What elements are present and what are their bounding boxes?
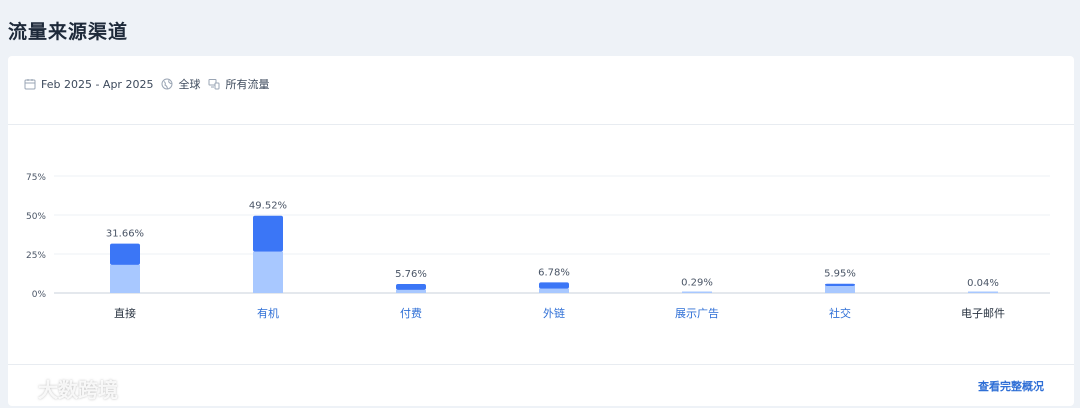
category-label: 电子邮件 (961, 307, 1005, 320)
category-label[interactable]: 展示广告 (675, 307, 719, 320)
bar-segment (253, 251, 283, 293)
filter-bar: Feb 2025 - Apr 2025 全球 所有流量 (24, 76, 271, 92)
bar-value-label: 5.95% (824, 269, 856, 280)
traffic-source-chart: 0% 25% 50% 75% 31.66% 直接 49.52% 有机 5.76% 付费 6.78% 外… (26, 173, 1050, 320)
category-label: 直接 (114, 306, 136, 320)
bar-segment (396, 289, 426, 293)
bar-value-label: 6.78% (538, 267, 570, 278)
y-tick-label: 75% (26, 173, 46, 183)
category-label[interactable]: 有机 (257, 306, 279, 320)
category-label[interactable]: 外链 (543, 306, 565, 320)
watermark-text: 大数跨境 (38, 378, 118, 402)
y-tick-label: 50% (26, 212, 46, 222)
bar-segment (253, 215, 283, 252)
y-tick-label: 0% (32, 290, 47, 300)
bar-segment (825, 283, 855, 286)
bar-segment (110, 243, 140, 265)
bar-value-label: 31.66% (106, 229, 144, 240)
bar-segment (539, 282, 569, 289)
region-label: 全球 (178, 78, 201, 91)
category-label[interactable]: 付费 (400, 307, 422, 320)
date-range-filter[interactable]: Feb 2025 - Apr 2025 (24, 78, 153, 91)
bar-segment (110, 264, 140, 293)
devices-icon (208, 79, 220, 90)
bar-value-label: 5.76% (395, 269, 427, 280)
traffic-filter[interactable]: 所有流量 (208, 76, 269, 92)
bar-value-label: 0.04% (967, 278, 999, 289)
bar-segment (682, 291, 712, 293)
bar-value-label: 49.52% (249, 201, 287, 212)
bar-segment (539, 288, 569, 293)
traffic-source-card: Feb 2025 - Apr 2025 全球 所有流量 0% 25% 50% 75% 3… (8, 56, 1074, 406)
bar-value-label: 0.29% (681, 278, 713, 289)
view-full-overview-link[interactable]: 查看完整概况 (978, 378, 1044, 394)
watermark-logo-icon (11, 380, 32, 396)
divider (8, 364, 1074, 365)
watermark: 大数跨境 (10, 374, 118, 403)
calendar-icon (24, 79, 36, 90)
category-label[interactable]: 社交 (829, 306, 851, 320)
bar-segment (396, 284, 426, 290)
divider (8, 124, 1074, 125)
date-range-label: Feb 2025 - Apr 2025 (41, 77, 154, 91)
y-tick-label: 25% (26, 251, 46, 261)
region-filter[interactable]: 全球 (161, 76, 200, 92)
traffic-label: 所有流量 (225, 78, 270, 91)
bar-segment (825, 285, 855, 293)
globe-icon (161, 78, 173, 90)
page-title: 流量来源渠道 (8, 21, 129, 43)
bar-segment (968, 291, 998, 293)
